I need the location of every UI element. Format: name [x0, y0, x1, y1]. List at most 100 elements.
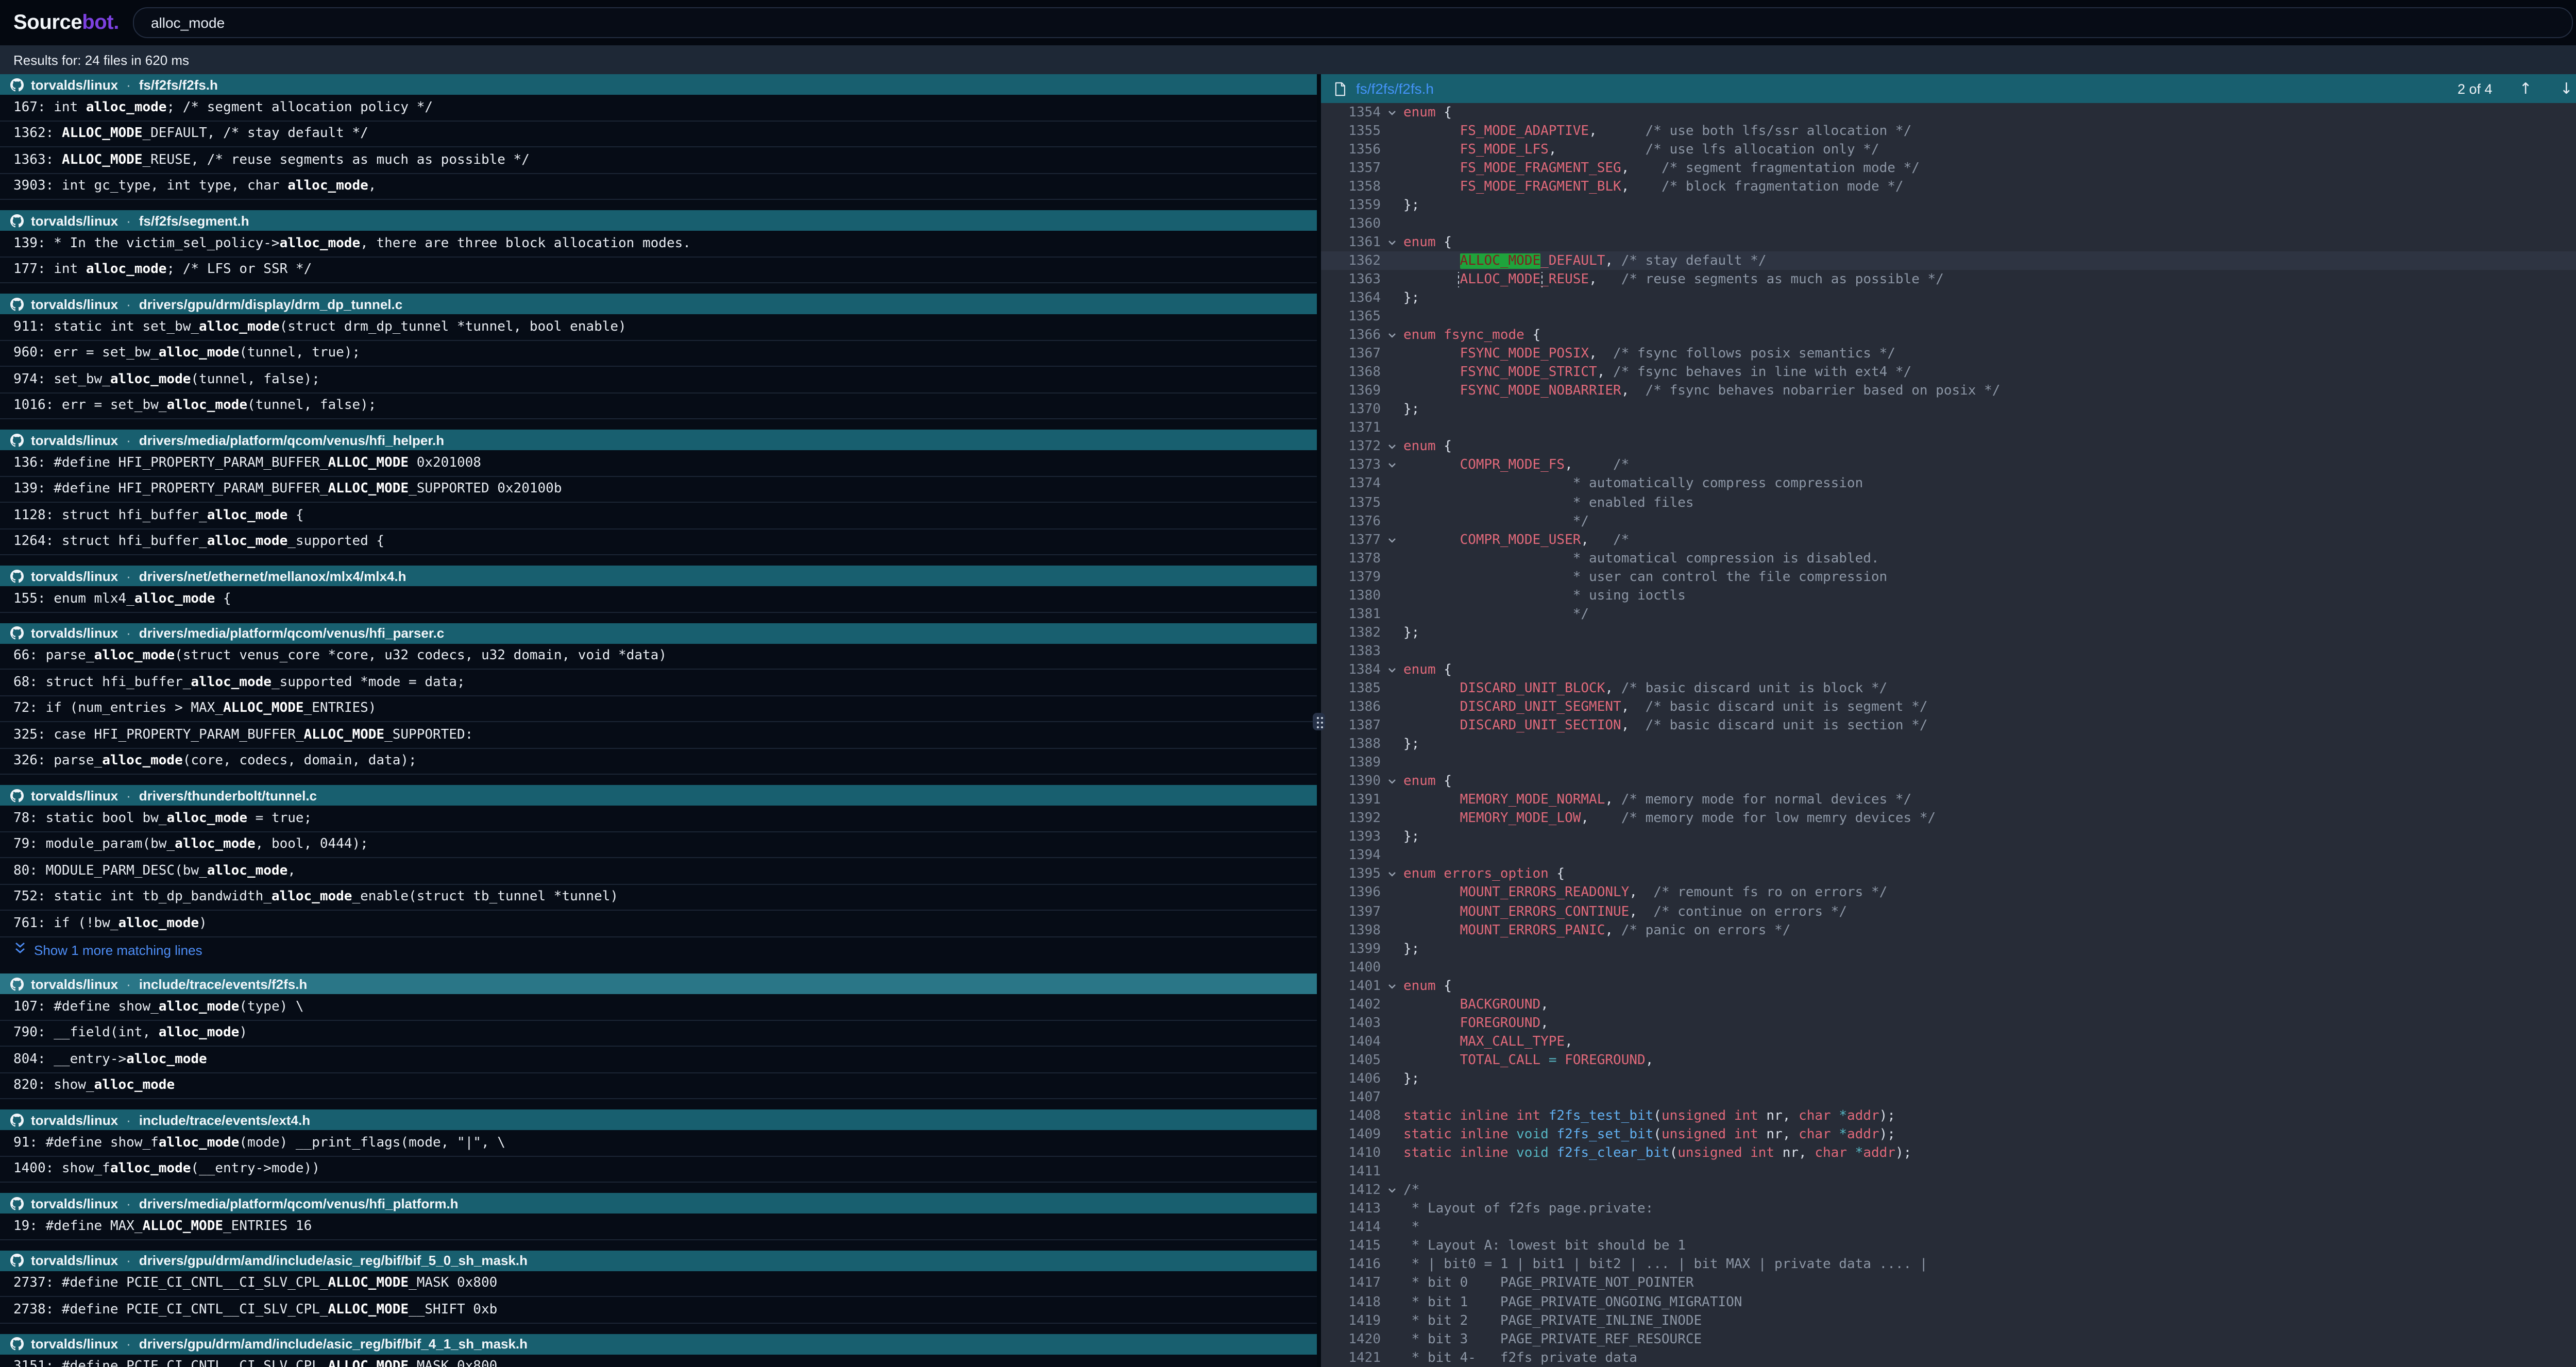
- search-result-line[interactable]: 820: show_alloc_mode: [0, 1073, 1317, 1099]
- search-result-line[interactable]: 107: #define show_alloc_mode(type) \: [0, 994, 1317, 1020]
- search-result-line[interactable]: 1128: struct hfi_buffer_alloc_mode {: [0, 503, 1317, 529]
- match-text: ALLOC_MODE: [62, 152, 143, 168]
- code-text: MOUNT_ERRORS_CONTINUE, /* continue on er…: [1403, 904, 2576, 919]
- search-result-line[interactable]: 66: parse_alloc_mode(struct venus_core *…: [0, 643, 1317, 670]
- github-icon: [10, 1197, 24, 1210]
- fold-chevron-icon[interactable]: [1381, 983, 1403, 988]
- repo-name: torvalds/linux: [31, 568, 118, 584]
- search-result-line[interactable]: 1016: err = set_bw_alloc_mode(tunnel, fa…: [0, 393, 1317, 419]
- code-line: 1364};: [1321, 289, 2576, 307]
- result-text: 167: int: [13, 100, 86, 115]
- github-icon: [10, 977, 24, 990]
- search-result-line[interactable]: 1264: struct hfi_buffer_alloc_mode_suppo…: [0, 529, 1317, 555]
- search-result-line[interactable]: 3151: #define PCIE_CI_CNTL__CI_SLV_CPL_A…: [0, 1354, 1317, 1367]
- file-group-header[interactable]: torvalds/linux·drivers/media/platform/qc…: [0, 623, 1317, 643]
- code-line: 1359};: [1321, 196, 2576, 214]
- search-result-line[interactable]: 804: __entry->alloc_mode: [0, 1047, 1317, 1073]
- code-line: 1421 * bit 4- f2fs private data: [1321, 1348, 2576, 1367]
- search-result-line[interactable]: 68: struct hfi_buffer_alloc_mode_support…: [0, 670, 1317, 696]
- fold-chevron-icon[interactable]: [1381, 463, 1403, 468]
- search-result-line[interactable]: 3903: int gc_type, int type, char alloc_…: [0, 174, 1317, 200]
- code-text: MEMORY_MODE_LOW, /* memory mode for low …: [1403, 811, 2576, 827]
- main-area: torvalds/linux·fs/f2fs/f2fs.h167: int al…: [0, 74, 2576, 1367]
- file-group: torvalds/linux·fs/f2fs/segment.h139: * I…: [0, 210, 1317, 283]
- search-input[interactable]: [133, 7, 2573, 38]
- file-group-header[interactable]: torvalds/linux·drivers/media/platform/qc…: [0, 1193, 1317, 1214]
- fold-chevron-icon[interactable]: [1381, 240, 1403, 245]
- file-group-header[interactable]: torvalds/linux·include/trace/events/ext4…: [0, 1109, 1317, 1130]
- search-result-line[interactable]: 19: #define MAX_ALLOC_MODE_ENTRIES 16: [0, 1214, 1317, 1240]
- fold-chevron-icon[interactable]: [1381, 537, 1403, 542]
- search-result-line[interactable]: 79: module_param(bw_alloc_mode, bool, 04…: [0, 832, 1317, 858]
- code-line: 1365: [1321, 307, 2576, 326]
- fold-chevron-icon[interactable]: [1381, 668, 1403, 673]
- result-text: 974: set_bw_: [13, 372, 110, 387]
- path-separator: ·: [126, 788, 131, 803]
- search-result-line[interactable]: 136: #define HFI_PROPERTY_PARAM_BUFFER_A…: [0, 450, 1317, 476]
- show-more-link[interactable]: Show 1 more matching lines: [0, 937, 1317, 963]
- search-result-line[interactable]: 2738: #define PCIE_CI_CNTL__CI_SLV_CPL_A…: [0, 1297, 1317, 1323]
- search-result-line[interactable]: 960: err = set_bw_alloc_mode(tunnel, tru…: [0, 340, 1317, 367]
- search-result-line[interactable]: 1362: ALLOC_MODE_DEFAULT, /* stay defaul…: [0, 121, 1317, 147]
- result-text: (tunnel, false);: [191, 372, 319, 387]
- file-group-header[interactable]: torvalds/linux·fs/f2fs/f2fs.h: [0, 74, 1317, 95]
- code-line: 1401enum {: [1321, 977, 2576, 995]
- file-group-header[interactable]: torvalds/linux·drivers/gpu/drm/amd/inclu…: [0, 1334, 1317, 1354]
- fold-chevron-icon[interactable]: [1381, 333, 1403, 338]
- code-line: 1379 * user can control the file compres…: [1321, 568, 2576, 586]
- search-result-line[interactable]: 761: if (!bw_alloc_mode): [0, 911, 1317, 937]
- repo-name: torvalds/linux: [31, 1336, 118, 1352]
- search-result-line[interactable]: 139: * In the victim_sel_policy->alloc_m…: [0, 231, 1317, 257]
- fold-chevron-icon[interactable]: [1381, 445, 1403, 450]
- next-match-button[interactable]: ↓: [2551, 81, 2576, 96]
- file-group-header[interactable]: torvalds/linux·drivers/media/platform/qc…: [0, 430, 1317, 450]
- search-result-line[interactable]: 2737: #define PCIE_CI_CNTL__CI_SLV_CPL_A…: [0, 1271, 1317, 1297]
- sourcebot-app: Sourcebot. ⚙ Results for: 24 files in 62…: [0, 0, 2576, 1367]
- code-text: FSYNC_MODE_POSIX, /* fsync follows posix…: [1403, 346, 2576, 362]
- file-group-header[interactable]: torvalds/linux·fs/f2fs/segment.h: [0, 210, 1317, 231]
- search-result-line[interactable]: 974: set_bw_alloc_mode(tunnel, false);: [0, 367, 1317, 393]
- line-number: 1406: [1321, 1071, 1381, 1087]
- path-separator: ·: [126, 1336, 131, 1352]
- drag-handle-icon[interactable]: [1313, 713, 1325, 730]
- file-group-header[interactable]: torvalds/linux·include/trace/events/f2fs…: [0, 973, 1317, 994]
- code-line: 1394: [1321, 847, 2576, 865]
- search-result-line[interactable]: 80: MODULE_PARM_DESC(bw_alloc_mode,: [0, 858, 1317, 884]
- file-group-header[interactable]: torvalds/linux·drivers/gpu/drm/display/d…: [0, 294, 1317, 314]
- match-position: 2 of 4: [2458, 81, 2493, 96]
- code-line: 1391 MEMORY_MODE_NORMAL, /* memory mode …: [1321, 791, 2576, 809]
- file-group-header[interactable]: torvalds/linux·drivers/thunderbolt/tunne…: [0, 785, 1317, 806]
- file-group: torvalds/linux·drivers/media/platform/qc…: [0, 623, 1317, 775]
- line-number: 1420: [1321, 1331, 1381, 1347]
- line-number: 1388: [1321, 737, 1381, 752]
- file-path: fs/f2fs/segment.h: [139, 213, 249, 228]
- search-result-line[interactable]: 790: __field(int, alloc_mode): [0, 1020, 1317, 1047]
- fold-chevron-icon[interactable]: [1381, 1188, 1403, 1193]
- prev-match-button[interactable]: ↑: [2510, 81, 2541, 96]
- fold-chevron-icon[interactable]: [1381, 110, 1403, 115]
- search-result-line[interactable]: 177: int alloc_mode; /* LFS or SSR */: [0, 257, 1317, 283]
- search-result-line[interactable]: 167: int alloc_mode; /* segment allocati…: [0, 95, 1317, 121]
- search-result-line[interactable]: 325: case HFI_PROPERTY_PARAM_BUFFER_ALLO…: [0, 722, 1317, 748]
- code-text: * bit 2 PAGE_PRIVATE_INLINE_INODE: [1403, 1313, 2576, 1328]
- search-result-line[interactable]: 91: #define show_falloc_mode(mode) __pri…: [0, 1130, 1317, 1156]
- search-result-line[interactable]: 72: if (num_entries > MAX_ALLOC_MODE_ENT…: [0, 696, 1317, 722]
- fold-chevron-icon[interactable]: [1381, 779, 1403, 784]
- match-text: alloc_mode: [159, 346, 240, 361]
- result-text: , there are three block allocation modes…: [360, 236, 691, 251]
- file-group-header[interactable]: torvalds/linux·drivers/gpu/drm/amd/inclu…: [0, 1250, 1317, 1271]
- panel-divider[interactable]: [1317, 74, 1321, 1367]
- search-result-line[interactable]: 155: enum mlx4_alloc_mode {: [0, 586, 1317, 612]
- search-result-line[interactable]: 78: static bool bw_alloc_mode = true;: [0, 806, 1317, 832]
- search-result-line[interactable]: 326: parse_alloc_mode(core, codecs, doma…: [0, 748, 1317, 775]
- search-result-line[interactable]: 1400: show_falloc_mode(__entry->mode)): [0, 1156, 1317, 1183]
- search-result-line[interactable]: 752: static int tb_dp_bandwidth_alloc_mo…: [0, 884, 1317, 911]
- search-result-line[interactable]: 1363: ALLOC_MODE_REUSE, /* reuse segment…: [0, 147, 1317, 174]
- search-result-line[interactable]: 139: #define HFI_PROPERTY_PARAM_BUFFER_A…: [0, 476, 1317, 503]
- top-bar: Sourcebot. ⚙: [0, 0, 2576, 45]
- search-result-line[interactable]: 911: static int set_bw_alloc_mode(struct…: [0, 314, 1317, 340]
- result-text: ,: [368, 179, 377, 194]
- fold-chevron-icon[interactable]: [1381, 872, 1403, 877]
- code-text: static inline void f2fs_clear_bit(unsign…: [1403, 1146, 2576, 1161]
- file-group-header[interactable]: torvalds/linux·drivers/net/ethernet/mell…: [0, 566, 1317, 586]
